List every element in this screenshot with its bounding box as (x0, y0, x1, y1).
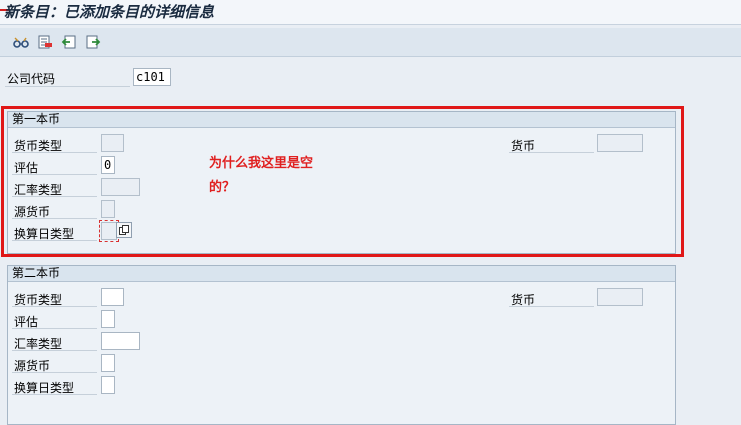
source-currency-input[interactable] (101, 200, 115, 218)
source-currency-input[interactable] (101, 354, 115, 372)
glasses-icon[interactable] (12, 33, 30, 51)
currency-type-input[interactable] (101, 134, 124, 152)
annotation-line-1: 为什么我这里是空 (209, 156, 314, 171)
group-header: 第一本币 (8, 112, 675, 128)
group-header: 第二本币 (8, 266, 675, 282)
translation-date-type-input[interactable] (101, 376, 115, 394)
group-title: 第一本币 (12, 112, 61, 126)
window-title: 新条目：已添加条目的详细信息 (4, 3, 215, 21)
label-underline (12, 328, 97, 329)
exchange-rate-type-input[interactable] (101, 178, 140, 196)
previous-entry-icon[interactable] (60, 33, 78, 51)
label-underline (12, 372, 97, 373)
label-underline (12, 196, 97, 197)
exchange-rate-type-input[interactable] (101, 332, 140, 350)
value-help-button[interactable] (116, 222, 132, 238)
delete-row-icon[interactable] (36, 33, 54, 51)
label-underline (12, 152, 97, 153)
label-underline (12, 350, 97, 351)
label-underline (12, 218, 97, 219)
label-underline (12, 174, 97, 175)
application-toolbar (0, 28, 741, 57)
valuation-input[interactable]: 0 (101, 156, 115, 174)
currency-input[interactable] (597, 288, 643, 306)
company-code-input[interactable]: c101 (133, 68, 171, 86)
value-help-icon (119, 225, 129, 235)
title-bar: 新条目：已添加条目的详细信息 (0, 0, 741, 25)
company-code-underline (5, 86, 130, 87)
annotation-line-2: 的？ (209, 180, 236, 195)
label-underline (12, 240, 97, 241)
next-entry-icon[interactable] (84, 33, 102, 51)
company-code-label: 公司代码 (7, 72, 56, 86)
label-underline (509, 306, 594, 307)
label-underline (12, 306, 97, 307)
currency-input[interactable] (597, 134, 643, 152)
label-underline (12, 394, 97, 395)
valuation-input[interactable] (101, 310, 115, 328)
group-title: 第二本币 (12, 266, 61, 280)
label-underline (509, 152, 594, 153)
currency-type-input[interactable] (101, 288, 124, 306)
